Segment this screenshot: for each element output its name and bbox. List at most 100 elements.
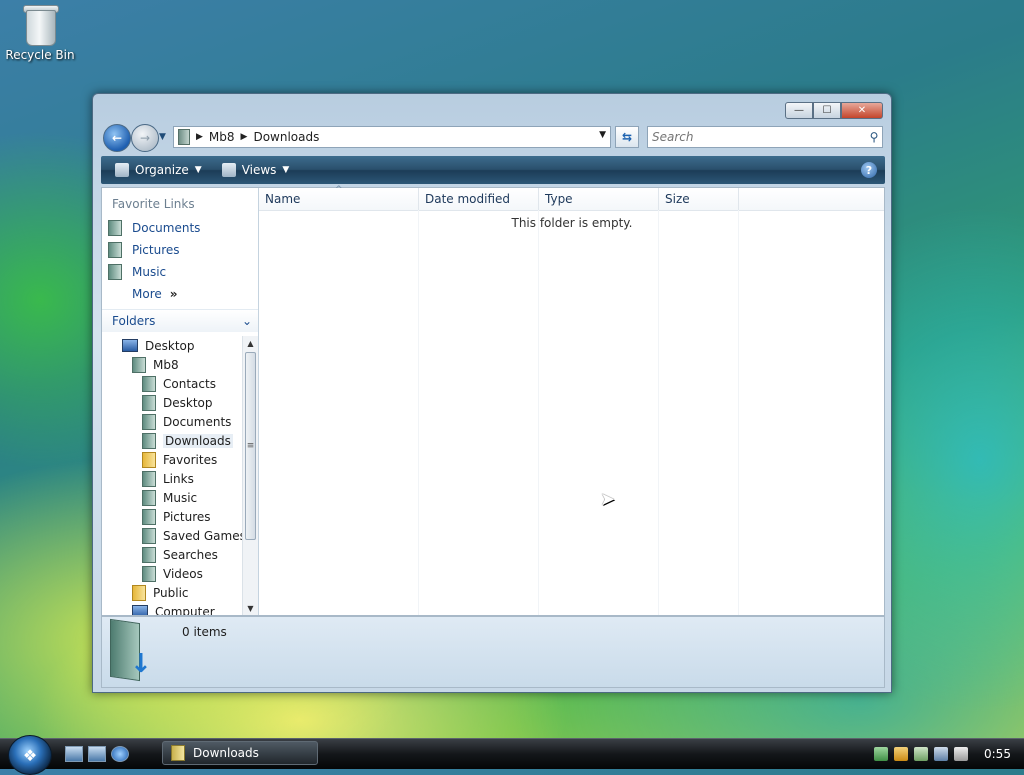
show-desktop-icon[interactable]: [65, 746, 83, 762]
tree-item-documents[interactable]: Documents: [102, 412, 242, 431]
tree-item-label: Saved Games: [163, 528, 242, 543]
more-links-button[interactable]: More »: [102, 283, 258, 305]
navigation-pane: Favorite Links Documents Pictures Music …: [102, 188, 259, 615]
favorites-icon: [142, 451, 156, 468]
folders-label: Folders: [112, 314, 156, 328]
tree-item-label: Public: [153, 585, 189, 600]
recent-pages-dropdown[interactable]: ▼: [159, 132, 166, 142]
computer-icon: [132, 605, 148, 615]
tree-item-desktop[interactable]: Desktop: [102, 393, 242, 412]
explorer-window: — ☐ ✕ ← → ▼ ▶ Mb8 ▶ Downloads ▼ ⇆ ⚲ Orga…: [92, 93, 892, 693]
monitor-icon: [122, 339, 138, 352]
tree-item-label: Pictures: [163, 509, 211, 524]
folders-header[interactable]: Folders ⌄: [102, 309, 258, 332]
tree-item-pictures[interactable]: Pictures: [102, 507, 242, 526]
organize-button[interactable]: Organize ▼: [109, 163, 208, 177]
network-sharing-icon[interactable]: [874, 747, 888, 761]
help-button[interactable]: ?: [861, 162, 877, 178]
switch-windows-icon[interactable]: [88, 746, 106, 762]
tree-item-mb8[interactable]: Mb8: [102, 355, 242, 374]
chevron-down-icon: ▼: [282, 165, 290, 175]
downloads-folder-icon: ↓: [110, 618, 152, 682]
address-bar[interactable]: ▶ Mb8 ▶ Downloads ▼: [173, 126, 611, 148]
column-date-modified[interactable]: Date modified: [419, 188, 539, 210]
tree-item-label: Downloads: [163, 433, 233, 448]
tree-item-public[interactable]: Public: [102, 583, 242, 602]
command-bar: Organize ▼ Views ▼ ?: [101, 156, 885, 184]
internet-explorer-icon[interactable]: [111, 746, 129, 762]
search-box[interactable]: ⚲: [647, 126, 883, 148]
favorite-link-documents[interactable]: Documents: [102, 217, 258, 239]
minimize-button[interactable]: —: [785, 102, 813, 119]
help-icon: ?: [865, 163, 873, 177]
volume-muted-icon[interactable]: [954, 747, 968, 761]
tree-item-links[interactable]: Links: [102, 469, 242, 488]
tree-item-saved-games[interactable]: Saved Games: [102, 526, 242, 545]
trash-icon: [22, 2, 59, 46]
saved-games-icon: [142, 527, 156, 544]
tree-scrollbar[interactable]: ▲ ≡ ▼: [242, 336, 258, 615]
breadcrumb-separator-icon[interactable]: ▶: [196, 132, 203, 142]
searches-icon: [142, 546, 156, 563]
mouse-pointer-icon: ➤: [600, 489, 616, 510]
breadcrumb-downloads[interactable]: Downloads: [253, 130, 319, 144]
folder-icon: [178, 129, 190, 145]
favorite-link-pictures[interactable]: Pictures: [102, 239, 258, 261]
downloads-icon: [142, 432, 156, 449]
breadcrumb-mb8[interactable]: Mb8: [209, 130, 235, 144]
pictures-icon: [108, 242, 122, 258]
scroll-thumb[interactable]: ≡: [245, 352, 256, 540]
sort-ascending-icon: ^: [335, 185, 343, 195]
address-dropdown-icon[interactable]: ▼: [599, 130, 606, 140]
tree-item-desktop[interactable]: Desktop: [102, 336, 242, 355]
content-area: Favorite Links Documents Pictures Music …: [101, 185, 885, 616]
tree-item-searches[interactable]: Searches: [102, 545, 242, 564]
favorite-link-label: Pictures: [132, 243, 180, 257]
tree-item-label: Searches: [163, 547, 218, 562]
column-header-row: ^ Name Date modified Type Size: [259, 185, 884, 211]
documents-icon: [108, 220, 122, 236]
taskbar-button-downloads[interactable]: Downloads: [162, 741, 318, 765]
security-shield-icon[interactable]: [894, 747, 908, 761]
documents-icon: [142, 413, 156, 430]
network-icon[interactable]: [934, 747, 948, 761]
maximize-button[interactable]: ☐: [813, 102, 841, 119]
favorite-links-header: Favorite Links: [112, 197, 195, 211]
favorite-link-label: Music: [132, 265, 167, 279]
search-input[interactable]: [648, 129, 866, 145]
forward-button[interactable]: →: [131, 124, 159, 152]
tree-item-music[interactable]: Music: [102, 488, 242, 507]
scroll-up-icon[interactable]: ▲: [243, 336, 258, 350]
column-size[interactable]: Size: [659, 188, 739, 210]
recycle-bin-icon[interactable]: Recycle Bin: [4, 2, 76, 62]
column-type[interactable]: Type: [539, 188, 659, 210]
tree-item-label: Desktop: [163, 395, 213, 410]
breadcrumb-separator-icon[interactable]: ▶: [241, 132, 248, 142]
tree-item-downloads[interactable]: Downloads: [102, 431, 242, 450]
favorite-link-music[interactable]: Music: [102, 261, 258, 283]
start-button[interactable]: ❖: [8, 735, 52, 775]
task-label: Downloads: [193, 746, 259, 760]
address-row: ← → ▼ ▶ Mb8 ▶ Downloads ▼ ⇆ ⚲: [101, 122, 883, 152]
organize-label: Organize: [135, 163, 189, 177]
user-folder-icon: [132, 356, 146, 373]
clock[interactable]: 0:55: [984, 747, 1011, 761]
tree-item-label: Contacts: [163, 376, 216, 391]
tree-item-contacts[interactable]: Contacts: [102, 374, 242, 393]
column-divider: [738, 210, 739, 615]
folder-icon: [171, 745, 185, 761]
search-icon[interactable]: ⚲: [866, 130, 882, 144]
refresh-button[interactable]: ⇆: [615, 126, 639, 148]
views-button[interactable]: Views ▼: [216, 163, 296, 177]
tree-item-label: Mb8: [153, 357, 179, 372]
tree-item-videos[interactable]: Videos: [102, 564, 242, 583]
videos-icon: [142, 565, 156, 582]
tree-item-computer[interactable]: Computer: [102, 602, 242, 615]
scroll-down-icon[interactable]: ▼: [243, 601, 258, 615]
tree-item-label: Documents: [163, 414, 232, 429]
tree-item-favorites[interactable]: Favorites: [102, 450, 242, 469]
update-icon[interactable]: [914, 747, 928, 761]
close-button[interactable]: ✕: [841, 102, 883, 119]
music-icon: [142, 489, 156, 506]
back-button[interactable]: ←: [103, 124, 131, 152]
